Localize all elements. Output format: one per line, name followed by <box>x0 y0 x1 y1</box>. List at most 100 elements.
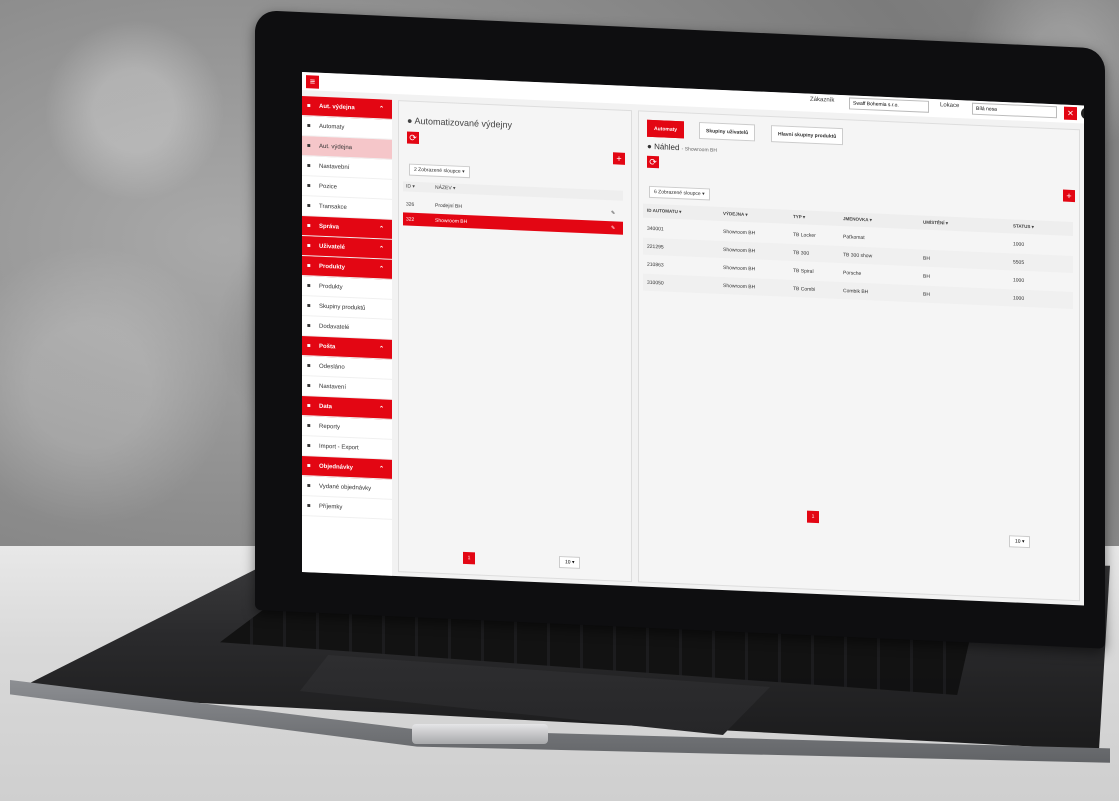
cell-id: 310050 <box>647 279 664 286</box>
app-screen: ≡ Zákazník Swaff Bohemia s.r.o. Lokace B… <box>302 72 1084 606</box>
customer-select-value: Swaff Bohemia s.r.o. <box>853 100 899 109</box>
cell-status: 1000 <box>1013 276 1025 284</box>
cell-typ: TB Spiral <box>793 267 814 275</box>
sidebar-item-label: Import - Export <box>319 443 359 451</box>
sidebar-item-label: Reporty <box>319 423 341 431</box>
refresh-icon[interactable]: ⟳ <box>647 155 659 169</box>
page-title: ● Automatizované výdejny <box>407 115 513 130</box>
sidebar-item-label: Příjemky <box>319 503 343 511</box>
box-icon: ■ <box>307 262 311 269</box>
chevron-icon: ⌃ <box>378 346 384 353</box>
sidebar-item-label: Dodavatelé <box>319 323 350 331</box>
list-icon: ■ <box>307 302 311 309</box>
cell-status: 5505 <box>1013 258 1025 266</box>
columns-button[interactable]: 2 Zobrazené sloupce ▾ <box>409 163 470 179</box>
location-label: Lokace <box>940 102 960 110</box>
sidebar-item-label: Odesláno <box>319 363 345 371</box>
cell-jmenovka: Porsche <box>843 269 862 277</box>
cell-vydejna: Showroom BH <box>723 282 756 290</box>
columns-button[interactable]: 6 Zobrazené sloupce ▾ <box>649 185 710 201</box>
cell-id: 322 <box>406 215 415 223</box>
col-id[interactable]: ID ▾ <box>406 183 415 189</box>
column-header[interactable]: VÝDEJNA ▾ <box>723 211 748 218</box>
edit-icon[interactable]: ✎ <box>611 225 615 231</box>
users-icon: ■ <box>307 222 311 229</box>
sidebar-item-label: Vydané objednávky <box>319 483 372 492</box>
sidebar-item-label: Nastavební <box>319 163 350 171</box>
cell-name: Showroom BH <box>435 217 468 225</box>
column-header[interactable]: STATUS ▾ <box>1013 223 1034 230</box>
cell-umisteni: BH <box>923 291 930 298</box>
column-header[interactable]: TYP ▾ <box>793 214 805 221</box>
user-icon[interactable] <box>1081 107 1084 120</box>
customer-select[interactable]: Swaff Bohemia s.r.o. <box>849 97 929 113</box>
tab[interactable]: Skupiny uživatelů <box>699 121 756 142</box>
chevron-icon: ⌃ <box>378 246 384 253</box>
cloud-icon: ■ <box>307 442 311 449</box>
cell-vydejna: Showroom BH <box>723 246 756 254</box>
cell-vydejna: Showroom BH <box>723 264 756 272</box>
cart-icon: ■ <box>307 462 311 469</box>
cell-typ: TB Combi <box>793 285 816 293</box>
mail-icon: ■ <box>307 342 311 349</box>
preview-title: ● Náhled - Showroom BH <box>647 141 717 154</box>
per-page-select[interactable]: 10 ▾ <box>1009 535 1031 549</box>
cell-umisteni: BH <box>923 273 930 280</box>
tab[interactable]: Hlavní skupiny produktů <box>771 125 844 146</box>
cell-jmenovka: TB 300 show <box>843 251 873 259</box>
location-select[interactable]: Bílá nosa <box>972 102 1057 119</box>
sidebar-item-label: Produkty <box>319 283 343 291</box>
gear-icon: ■ <box>307 382 311 389</box>
cell-id: 210863 <box>647 261 664 268</box>
sidebar-item-label: Automaty <box>319 123 345 131</box>
cell-status: 1000 <box>1013 294 1025 302</box>
per-page-select[interactable]: 10 ▾ <box>559 555 581 569</box>
users-icon: ■ <box>307 242 311 249</box>
hammer-icon: ■ <box>307 282 311 289</box>
page-number[interactable]: 1 <box>807 510 819 524</box>
chevron-icon: ⌃ <box>378 266 384 273</box>
list-icon: ■ <box>307 482 311 489</box>
add-button[interactable]: + <box>613 152 625 165</box>
home-icon: ■ <box>307 102 311 109</box>
columns-button-label: 6 Zobrazené sloupce <box>654 189 701 198</box>
sidebar-item[interactable]: ■ Příjemky <box>302 496 392 520</box>
swap-icon: ■ <box>307 202 311 209</box>
col-name[interactable]: NÁZEV ▾ <box>435 185 456 192</box>
cell-typ: TB 300 <box>793 249 810 257</box>
send-icon: ■ <box>307 362 311 369</box>
report-icon: ■ <box>307 422 311 429</box>
add-button[interactable]: + <box>1063 189 1075 203</box>
sidebar-item-label: Pozice <box>319 183 338 190</box>
column-header[interactable]: UMÍSTĚNÍ ▾ <box>923 220 948 227</box>
laptop-notch <box>412 724 548 744</box>
cell-jmenovka: Paťkomat <box>843 233 865 241</box>
sidebar-item-label: Uživatelé <box>319 243 346 251</box>
sidebar-item-label: Aut. výdejna <box>319 143 353 151</box>
location-select-value: Bílá nosa <box>976 105 997 113</box>
close-icon[interactable]: ✕ <box>1064 106 1077 121</box>
preview-subtitle: - Showroom BH <box>681 146 717 154</box>
columns-button-label: 2 Zobrazené sloupce <box>414 166 461 175</box>
sidebar-item-label: Nastavení <box>319 383 347 391</box>
menu-icon[interactable]: ≡ <box>306 75 319 89</box>
column-header[interactable]: ID AUTOMATU ▾ <box>647 208 681 215</box>
machine-icon: ■ <box>307 142 311 149</box>
cell-jmenovka: Combik BH <box>843 287 869 295</box>
sidebar-item-label: Transakce <box>319 203 347 211</box>
page-number[interactable]: 1 <box>463 551 475 565</box>
truck-icon: ■ <box>307 322 311 329</box>
customer-label: Zákazník <box>810 96 835 104</box>
tab[interactable]: Automaty <box>647 119 685 139</box>
cell-umisteni: BH <box>923 255 930 262</box>
machines-list-panel: ● Automatizované výdejny ⟳ + 2 Zobrazené… <box>398 100 632 583</box>
edit-icon[interactable]: ✎ <box>611 210 615 216</box>
sidebar-item-label: Produkty <box>319 263 346 271</box>
refresh-icon[interactable]: ⟳ <box>407 131 419 145</box>
cell-name: Prodejní BH <box>435 202 462 210</box>
chevron-icon: ⌃ <box>378 406 384 413</box>
column-header[interactable]: JMENOVKA ▾ <box>843 216 872 223</box>
cell-id: 221295 <box>647 243 664 250</box>
chevron-icon: ⌃ <box>378 226 384 233</box>
cell-id: 326 <box>406 200 415 208</box>
